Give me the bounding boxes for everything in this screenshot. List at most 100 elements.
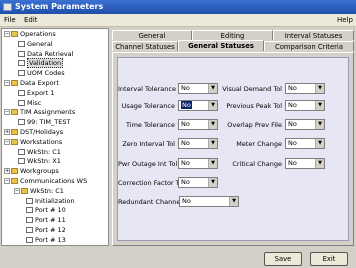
tree-item[interactable]: UOM Codes bbox=[18, 69, 65, 78]
status-dropdown[interactable]: No ▼ bbox=[178, 83, 218, 94]
tree-item-label: Port # 10 bbox=[35, 206, 66, 215]
document-icon bbox=[18, 50, 25, 57]
folder-icon bbox=[11, 129, 18, 135]
dropdown-value: No bbox=[288, 139, 297, 147]
tree-item[interactable]: Initialization bbox=[26, 197, 75, 206]
tree-item[interactable]: Port # 10 bbox=[26, 206, 66, 215]
tab-editing[interactable]: Editing bbox=[192, 30, 273, 40]
tree-item-label: Data Retrieval bbox=[27, 49, 74, 58]
dropdown-value: No bbox=[181, 159, 190, 167]
collapse-icon[interactable]: − bbox=[4, 80, 10, 86]
dropdown-value: No bbox=[181, 101, 192, 109]
field-label: Interval Tolerance bbox=[118, 85, 176, 93]
dropdown-arrow-icon[interactable]: ▼ bbox=[208, 101, 217, 110]
tree-item[interactable]: + Workgroups bbox=[4, 167, 59, 176]
dropdown-arrow-icon[interactable]: ▼ bbox=[208, 120, 217, 129]
tab-general[interactable]: General bbox=[112, 30, 192, 40]
tab-comparison-criteria[interactable]: Comparison Criteria bbox=[264, 41, 354, 51]
expand-icon[interactable]: + bbox=[4, 129, 10, 135]
menu-edit[interactable]: Edit bbox=[24, 16, 38, 24]
exit-button[interactable]: Exit bbox=[310, 252, 348, 266]
collapse-icon[interactable]: − bbox=[4, 31, 10, 37]
tree-item[interactable]: − Operations bbox=[4, 30, 56, 39]
field-label: Time Tolerance bbox=[126, 121, 175, 129]
dropdown-value: No bbox=[288, 101, 297, 109]
status-dropdown[interactable]: No ▼ bbox=[179, 196, 239, 207]
tree-item[interactable]: Export 1 bbox=[18, 89, 54, 98]
tree-item-label: General bbox=[27, 39, 53, 48]
save-button[interactable]: Save bbox=[264, 252, 302, 266]
tree-item[interactable]: − Workstations bbox=[4, 138, 62, 147]
field-label: Zero Interval Tol bbox=[122, 140, 175, 148]
status-dropdown[interactable]: No ▼ bbox=[178, 100, 218, 111]
field-label: Usage Tolerance bbox=[121, 102, 175, 110]
dropdown-arrow-icon[interactable]: ▼ bbox=[208, 139, 217, 148]
folder-icon bbox=[11, 168, 18, 175]
status-dropdown[interactable]: No ▼ bbox=[285, 100, 325, 111]
tree-item[interactable]: − Communications WS bbox=[4, 177, 87, 186]
tree-item[interactable]: WkStn: C1 bbox=[18, 148, 61, 157]
tab-channel-statuses[interactable]: Channel Statuses bbox=[112, 41, 178, 51]
dropdown-value: No bbox=[182, 197, 191, 205]
tree-item-label: DST/Holidays bbox=[20, 128, 64, 136]
dropdown-arrow-icon[interactable]: ▼ bbox=[315, 84, 324, 93]
dropdown-arrow-icon[interactable]: ▼ bbox=[208, 159, 217, 168]
tree-item-label: Workgroups bbox=[20, 167, 59, 176]
tree-item[interactable]: − WkStn: C1 bbox=[14, 187, 64, 196]
menu-file[interactable]: File bbox=[4, 16, 16, 24]
tree-item[interactable]: Port # 13 bbox=[26, 236, 66, 245]
status-dropdown[interactable]: No ▼ bbox=[178, 177, 218, 188]
tree-item-label: Port # 11 bbox=[35, 216, 66, 225]
tree-item-label: Misc bbox=[27, 98, 42, 107]
folder-icon bbox=[21, 187, 28, 194]
dropdown-arrow-icon[interactable]: ▼ bbox=[229, 197, 238, 206]
tree-item[interactable]: − Data Export bbox=[4, 79, 59, 88]
dropdown-arrow-icon[interactable]: ▼ bbox=[208, 84, 217, 93]
collapse-icon[interactable]: − bbox=[4, 109, 10, 116]
tree-item[interactable]: Data Retrieval bbox=[18, 50, 73, 59]
tab-panel: Interval Tolerance No ▼ Usage Tolerance No ▼ T… bbox=[112, 52, 354, 246]
dropdown-arrow-icon[interactable]: ▼ bbox=[315, 101, 324, 110]
tree-item[interactable]: Port # 11 bbox=[26, 216, 66, 225]
status-dropdown[interactable]: No ▼ bbox=[178, 119, 218, 130]
tree-item[interactable]: WkStn: X1 bbox=[18, 157, 61, 166]
menu-bar: File Edit Help bbox=[0, 14, 356, 27]
tree-item[interactable]: 99: TIM_TEST bbox=[18, 118, 70, 127]
document-icon bbox=[18, 70, 25, 77]
collapse-icon[interactable]: − bbox=[4, 178, 10, 184]
tree-item-label: Port # 12 bbox=[35, 226, 66, 234]
folder-icon bbox=[11, 31, 18, 37]
expand-icon[interactable]: + bbox=[4, 168, 10, 175]
document-icon bbox=[18, 89, 25, 96]
window-title: System Parameters bbox=[15, 2, 104, 11]
tree-item-label: UOM Codes bbox=[27, 69, 65, 78]
navigation-tree[interactable]: − Operations General Data Retrieval Validati… bbox=[1, 28, 109, 246]
status-dropdown[interactable]: No ▼ bbox=[285, 83, 325, 94]
tree-item[interactable]: + DST/Holidays bbox=[4, 128, 63, 137]
collapse-icon[interactable]: − bbox=[4, 138, 10, 145]
status-dropdown[interactable]: No ▼ bbox=[285, 158, 325, 169]
dropdown-arrow-icon[interactable]: ▼ bbox=[315, 139, 324, 148]
document-icon bbox=[18, 119, 25, 126]
collapse-icon[interactable]: − bbox=[14, 187, 20, 194]
tree-item[interactable]: General bbox=[18, 40, 53, 49]
status-dropdown[interactable]: No ▼ bbox=[285, 138, 325, 149]
tree-item[interactable]: Misc bbox=[18, 99, 41, 108]
dropdown-value: No bbox=[288, 120, 297, 128]
tree-item[interactable]: − TIM Assignments bbox=[4, 108, 75, 117]
tree-item-label: WkStn: C1 bbox=[30, 186, 64, 195]
menu-help[interactable]: Help bbox=[337, 16, 353, 24]
dropdown-arrow-icon[interactable]: ▼ bbox=[315, 120, 324, 129]
tab-general-statuses[interactable]: General Statuses bbox=[178, 40, 264, 51]
status-dropdown[interactable]: No ▼ bbox=[285, 119, 325, 130]
status-dropdown[interactable]: No ▼ bbox=[178, 158, 218, 169]
document-icon bbox=[26, 217, 33, 224]
tree-item-label: WkStn: X1 bbox=[27, 157, 61, 166]
tree-item[interactable]: Validation bbox=[18, 58, 64, 69]
dropdown-arrow-icon[interactable]: ▼ bbox=[315, 159, 324, 168]
title-bar: System Parameters bbox=[0, 0, 356, 14]
tab-interval-statuses[interactable]: Interval Statuses bbox=[273, 30, 354, 40]
status-dropdown[interactable]: No ▼ bbox=[178, 138, 218, 149]
tree-item[interactable]: Port # 12 bbox=[26, 226, 66, 235]
dropdown-arrow-icon[interactable]: ▼ bbox=[208, 178, 217, 187]
